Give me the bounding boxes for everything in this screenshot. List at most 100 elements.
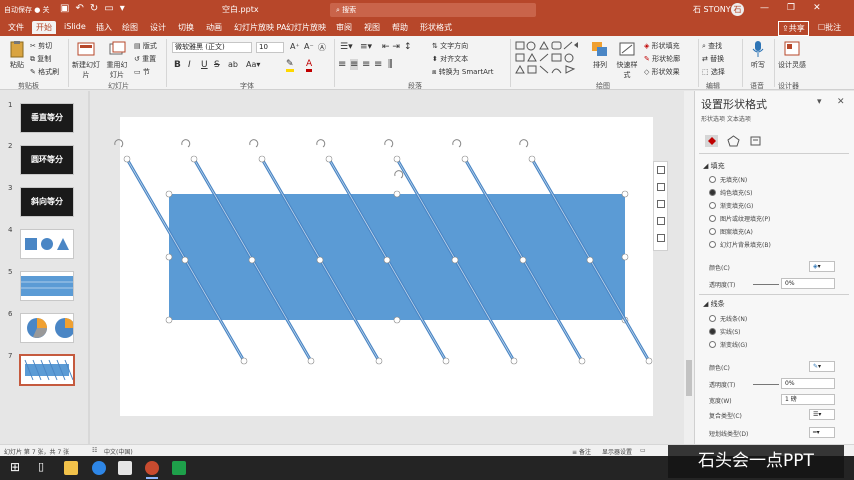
- dictate-button[interactable]: 听写: [746, 40, 770, 70]
- notes-button[interactable]: ≡ 备注: [572, 447, 591, 456]
- change-case-icon[interactable]: Aa▾: [246, 60, 260, 69]
- slide-thumb-5[interactable]: [20, 271, 74, 301]
- outline-icon[interactable]: [657, 217, 665, 225]
- radio-picture-fill[interactable]: 图片或纹理填充(P): [709, 214, 770, 223]
- line-section-header[interactable]: ◢ 线条: [703, 299, 725, 309]
- shapes-gallery[interactable]: [514, 40, 582, 76]
- search-box[interactable]: ⌕ 搜索: [330, 3, 536, 17]
- line-color-picker[interactable]: ✎▾: [809, 361, 835, 372]
- section-button[interactable]: ▭ 节: [134, 67, 150, 77]
- style-icon[interactable]: [657, 183, 665, 191]
- radio-gradient-fill[interactable]: 渐变填充(G): [709, 201, 753, 210]
- fill-transparency-field[interactable]: 0%: [781, 278, 835, 289]
- tab-home[interactable]: 开始: [32, 21, 56, 34]
- align-center-icon[interactable]: ≡: [350, 59, 359, 70]
- highlight-color-icon[interactable]: ✎: [286, 59, 294, 72]
- start-slideshow-icon[interactable]: ▭: [104, 3, 113, 14]
- browser-icon[interactable]: [92, 461, 106, 475]
- underline-button[interactable]: U: [201, 60, 208, 70]
- fill-line-icon[interactable]: [705, 135, 718, 147]
- replace-button[interactable]: ⇄ 替换: [702, 54, 724, 64]
- pane-option-tabs[interactable]: 形状选项 文本选项: [701, 114, 751, 123]
- smartart-button[interactable]: ⧈ 转换为 SmartArt: [432, 67, 494, 77]
- shape-outline-button[interactable]: ✎ 形状轮廓: [644, 54, 680, 64]
- undo-icon[interactable]: ↶: [75, 3, 83, 14]
- fill-section-header[interactable]: ◢ 填充: [703, 161, 725, 171]
- radio-pattern-fill[interactable]: 图案填充(A): [709, 227, 753, 236]
- radio-gradient-line[interactable]: 渐变线(G): [709, 340, 747, 349]
- powerpoint-icon[interactable]: [145, 461, 159, 475]
- numbering-icon[interactable]: ≡▾: [360, 42, 372, 52]
- char-spacing-icon[interactable]: ab: [228, 60, 238, 69]
- new-slide-button[interactable]: 新建幻灯片: [72, 40, 100, 80]
- columns-icon[interactable]: ⫼: [388, 59, 393, 70]
- tab-design[interactable]: 设计: [150, 22, 166, 33]
- task-view-icon[interactable]: ▯: [38, 460, 52, 474]
- paste-button[interactable]: 粘贴: [6, 40, 28, 70]
- design-ideas-button[interactable]: 设计灵感: [778, 40, 806, 70]
- wechat-icon[interactable]: [172, 461, 186, 475]
- slide-thumb-3[interactable]: 斜向等分: [20, 187, 74, 217]
- accessibility-icon[interactable]: ☷: [92, 447, 97, 454]
- font-size-field[interactable]: 10: [256, 42, 284, 53]
- language-status[interactable]: 中文(中国): [104, 447, 133, 456]
- font-color-icon[interactable]: A: [306, 59, 313, 72]
- tab-review[interactable]: 审阅: [336, 22, 352, 33]
- format-painter-button[interactable]: ✎ 格式刷: [30, 67, 59, 77]
- shape-effects-button[interactable]: ◇ 形状效果: [644, 67, 680, 77]
- line-transparency-field[interactable]: 0%: [781, 378, 835, 389]
- layout-button[interactable]: ▤ 版式: [134, 41, 157, 51]
- file-explorer-icon[interactable]: [64, 461, 78, 475]
- size-properties-icon[interactable]: [749, 135, 762, 147]
- fill-color-picker[interactable]: ◈▾: [809, 261, 835, 272]
- restore-button[interactable]: ❐: [787, 3, 795, 13]
- find-button[interactable]: ⌕ 查找: [702, 41, 722, 51]
- clear-format-icon[interactable]: Ⓐ: [318, 42, 326, 53]
- normal-view-icon[interactable]: ▭: [640, 447, 646, 454]
- blue-rectangle[interactable]: [169, 194, 625, 320]
- radio-no-fill[interactable]: 无填充(N): [709, 175, 747, 184]
- pane-options-icon[interactable]: ▾: [817, 97, 822, 107]
- tab-shape-format[interactable]: 形状格式: [420, 22, 452, 33]
- shrink-font-icon[interactable]: A⁻: [304, 42, 314, 51]
- arrange-button[interactable]: 排列: [588, 40, 612, 70]
- radio-background-fill[interactable]: 幻灯片背景填充(B): [709, 240, 771, 249]
- comments-button[interactable]: ☐批注: [818, 22, 841, 33]
- windows-start-icon[interactable]: ⊞: [10, 460, 24, 474]
- italic-button[interactable]: I: [188, 60, 191, 70]
- filter-icon[interactable]: [657, 234, 665, 242]
- text-direction-button[interactable]: ⇅ 文字方向: [432, 41, 468, 51]
- user-name[interactable]: 石 STONY: [693, 4, 731, 15]
- compound-type-dropdown[interactable]: ☰▾: [809, 409, 835, 420]
- avatar[interactable]: 石: [731, 3, 744, 16]
- tab-transitions[interactable]: 切换: [178, 22, 194, 33]
- reset-button[interactable]: ↺ 重置: [134, 54, 156, 64]
- slide-thumb-2[interactable]: 圆环等分: [20, 145, 74, 175]
- tab-view[interactable]: 视图: [364, 22, 380, 33]
- justify-icon[interactable]: ≡: [374, 59, 382, 70]
- slide-thumb-4[interactable]: [20, 229, 74, 259]
- quick-styles-button[interactable]: 快速样式: [614, 40, 640, 80]
- slide-thumb-1[interactable]: 垂直等分: [20, 103, 74, 133]
- dash-type-dropdown[interactable]: ━▾: [809, 427, 835, 438]
- minimize-button[interactable]: —: [760, 3, 769, 13]
- display-settings-button[interactable]: 显示器设置: [602, 447, 632, 456]
- autosave-toggle[interactable]: 自动保存 ● 关: [4, 5, 50, 15]
- tab-slideshow[interactable]: 幻灯片放映: [286, 22, 326, 33]
- slide-thumb-6[interactable]: [20, 313, 75, 343]
- tab-insert[interactable]: 插入: [96, 22, 112, 33]
- line-spacing-icon[interactable]: ↕: [404, 42, 412, 52]
- align-right-icon[interactable]: ≡: [362, 59, 370, 70]
- fill-transparency-slider[interactable]: [753, 284, 779, 285]
- tab-animations[interactable]: 动画: [206, 22, 222, 33]
- app-icon[interactable]: [118, 461, 132, 475]
- tab-file[interactable]: 文件: [8, 22, 24, 33]
- customize-qat-icon[interactable]: ▾: [120, 3, 125, 14]
- radio-solid-fill[interactable]: 纯色填充(S): [709, 188, 753, 197]
- radio-no-line[interactable]: 无线条(N): [709, 314, 747, 323]
- close-button[interactable]: ✕: [813, 3, 821, 13]
- tab-draw[interactable]: 绘图: [122, 22, 138, 33]
- redo-icon[interactable]: ↻: [90, 3, 98, 14]
- slide-thumb-7[interactable]: [19, 354, 75, 386]
- tab-islide[interactable]: iSlide: [64, 22, 86, 31]
